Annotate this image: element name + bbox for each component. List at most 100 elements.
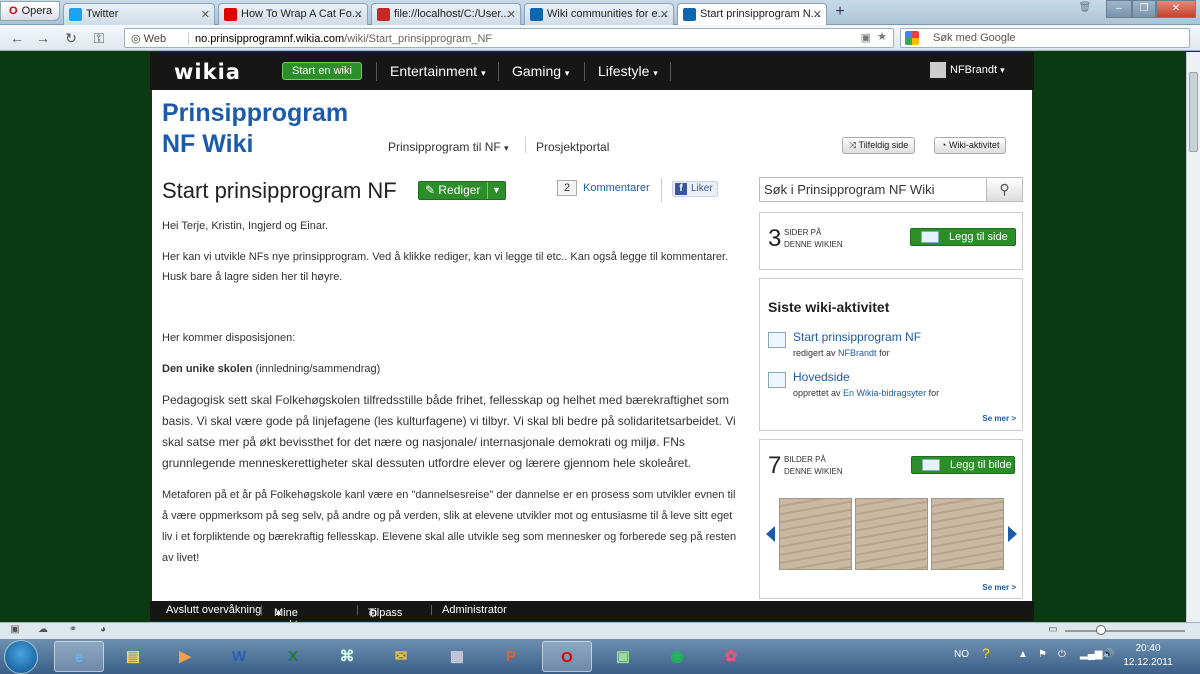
close-window-button[interactable]: ✕: [1156, 0, 1196, 18]
carousel-prev-icon[interactable]: [766, 526, 775, 542]
security-indicator[interactable]: ◎ Web: [131, 32, 189, 45]
activity-link[interactable]: Start prinsipprogram NF: [793, 330, 921, 344]
user-link[interactable]: NFBrandt: [838, 348, 877, 358]
opera-taskbar-icon[interactable]: O: [542, 641, 592, 672]
add-page-button[interactable]: Legg til side: [910, 228, 1016, 246]
calculator-icon[interactable]: ▦: [432, 641, 482, 672]
comment-count-badge: 2: [557, 180, 577, 196]
url-input[interactable]: ◎ Web no.prinsipprogramnf.wikia.com/wiki/…: [124, 28, 894, 48]
paragraph: Her kan vi utvikle NFs nye prinsipprogra…: [162, 251, 729, 283]
network-icon[interactable]: ⌘: [322, 641, 372, 672]
page-scrollbar[interactable]: [1186, 52, 1200, 622]
start-wiki-button[interactable]: Start en wiki: [282, 62, 362, 80]
facebook-like-button[interactable]: f Liker: [672, 181, 718, 197]
wiki-search-input[interactable]: Søk i Prinsipprogram NF Wiki ⚲: [759, 177, 1023, 202]
monitor-icon[interactable]: ▣: [598, 641, 648, 672]
search-icon[interactable]: ⚲: [986, 178, 1022, 201]
restore-button[interactable]: ❐: [1132, 0, 1156, 18]
google-search-input[interactable]: Søk med Google: [900, 28, 1190, 48]
flag-icon[interactable]: ⚑: [1038, 649, 1047, 660]
spotify-icon[interactable]: ◉: [652, 641, 702, 672]
help-icon[interactable]: ?: [982, 645, 990, 661]
wiki-activity-button[interactable]: ◔ Wiki-aktivitet: [934, 137, 1007, 154]
wikia-logo[interactable]: wikia: [174, 60, 241, 84]
share-icon[interactable]: ⚭: [66, 624, 80, 638]
turbo-icon[interactable]: ◕: [96, 624, 110, 638]
image-thumbnail[interactable]: [779, 498, 852, 570]
twitter-icon: [69, 8, 82, 21]
internet-explorer-icon[interactable]: e: [54, 641, 104, 672]
wikia-favicon-icon: [530, 8, 543, 21]
back-arrow-icon[interactable]: ←: [8, 29, 26, 47]
tab-twitter[interactable]: Twitter ✕: [63, 3, 215, 25]
rss-icon[interactable]: ▣: [861, 31, 871, 44]
paragraph: Den unike skolen (innledning/sammendrag): [162, 363, 381, 375]
tab-wiki-communities[interactable]: Wiki communities for e... ✕: [524, 3, 674, 25]
wiki-wordmark[interactable]: Prinsipprogram NF Wiki: [162, 98, 348, 160]
see-more-link[interactable]: Se mer >: [982, 583, 1016, 592]
close-tab-icon[interactable]: ✕: [507, 8, 516, 21]
edit-button[interactable]: ✎ Rediger ▼: [418, 181, 506, 200]
tab-youtube[interactable]: How To Wrap A Cat Fo... ✕: [218, 3, 368, 25]
new-tab-button[interactable]: +: [831, 4, 849, 22]
chevron-down-icon: ▾: [504, 143, 509, 153]
random-page-button[interactable]: ⤨ Tilfeldig side: [842, 137, 916, 154]
media-player-icon[interactable]: ▶: [160, 641, 210, 672]
picasa-icon[interactable]: ✿: [706, 641, 756, 672]
nav-entertainment[interactable]: Entertainment ▾: [390, 63, 486, 79]
add-image-button[interactable]: Legg til bilde: [911, 456, 1015, 474]
tray-expand-icon[interactable]: ▲: [1018, 649, 1028, 660]
wiki-nav-prosjektportal[interactable]: Prosjektportal: [536, 140, 609, 154]
see-more-link[interactable]: Se mer >: [982, 414, 1016, 423]
star-icon[interactable]: ★: [877, 30, 887, 43]
activity-title: Siste wiki-aktivitet: [768, 299, 890, 315]
volume-icon[interactable]: 🔊: [1102, 649, 1114, 660]
clock[interactable]: 20:40 12.12.2011: [1122, 642, 1174, 670]
excel-icon[interactable]: X: [268, 641, 318, 672]
reload-icon[interactable]: ↻: [62, 29, 80, 47]
cloud-icon[interactable]: ☁: [36, 624, 50, 638]
powerpoint-icon[interactable]: P: [486, 641, 536, 672]
chevron-down-icon: ▾: [481, 68, 486, 78]
image-thumbnail[interactable]: [855, 498, 928, 570]
carousel-next-icon[interactable]: [1008, 526, 1017, 542]
image-count-label: BILDER PÅ DENNE WIKIEN: [784, 455, 843, 476]
outlook-icon[interactable]: ✉: [376, 641, 426, 672]
google-icon: [905, 31, 919, 45]
language-indicator[interactable]: NO: [954, 649, 969, 660]
wifi-signal-icon[interactable]: ▂▄▆: [1080, 649, 1102, 660]
edit-dropdown-icon[interactable]: ▼: [487, 182, 505, 199]
trash-icon[interactable]: 🗑: [1075, 0, 1095, 18]
key-icon[interactable]: ⚿: [90, 29, 108, 47]
file-explorer-icon[interactable]: ▤: [108, 641, 158, 672]
start-menu-button[interactable]: [4, 640, 38, 674]
tab-local-file[interactable]: file://localhost/C:/User... ✕: [371, 3, 521, 25]
opera-menu-button[interactable]: O Opera: [0, 1, 60, 21]
close-tab-icon[interactable]: ✕: [813, 8, 822, 21]
avatar: [930, 62, 946, 78]
close-tab-icon[interactable]: ✕: [201, 8, 210, 21]
forward-arrow-icon[interactable]: →: [34, 29, 52, 47]
tab-start-prinsipprogram[interactable]: Start prinsipprogram N... ✕: [677, 3, 827, 26]
unfollow-link[interactable]: Avslutt overvåkning: [166, 604, 261, 616]
panel-toggle-icon[interactable]: ▣: [8, 624, 22, 638]
user-menu[interactable]: NFBrandt ▾: [930, 62, 1005, 78]
user-link[interactable]: En Wikia-bidragsyter: [843, 388, 926, 398]
scrollbar-thumb[interactable]: [1189, 72, 1198, 152]
view-icon[interactable]: ▭: [1046, 624, 1060, 638]
close-tab-icon[interactable]: ✕: [354, 8, 363, 21]
comments-link[interactable]: 2 Kommentarer: [557, 180, 650, 196]
zoom-slider-knob[interactable]: [1096, 625, 1106, 635]
minimize-button[interactable]: –: [1106, 0, 1132, 18]
nav-gaming[interactable]: Gaming ▾: [512, 63, 569, 79]
power-icon[interactable]: ⏻: [1058, 649, 1066, 660]
activity-link[interactable]: Hovedside: [793, 370, 850, 384]
page-count: 3: [768, 225, 782, 252]
image-thumbnail[interactable]: [931, 498, 1004, 570]
admin-link[interactable]: Administrator: [442, 604, 507, 616]
wiki-nav-prinsipprogram[interactable]: Prinsipprogram til NF ▾: [388, 140, 509, 154]
word-icon[interactable]: W: [214, 641, 264, 672]
close-tab-icon[interactable]: ✕: [660, 8, 669, 21]
zoom-slider[interactable]: [1065, 630, 1185, 632]
nav-lifestyle[interactable]: Lifestyle ▾: [598, 63, 658, 79]
